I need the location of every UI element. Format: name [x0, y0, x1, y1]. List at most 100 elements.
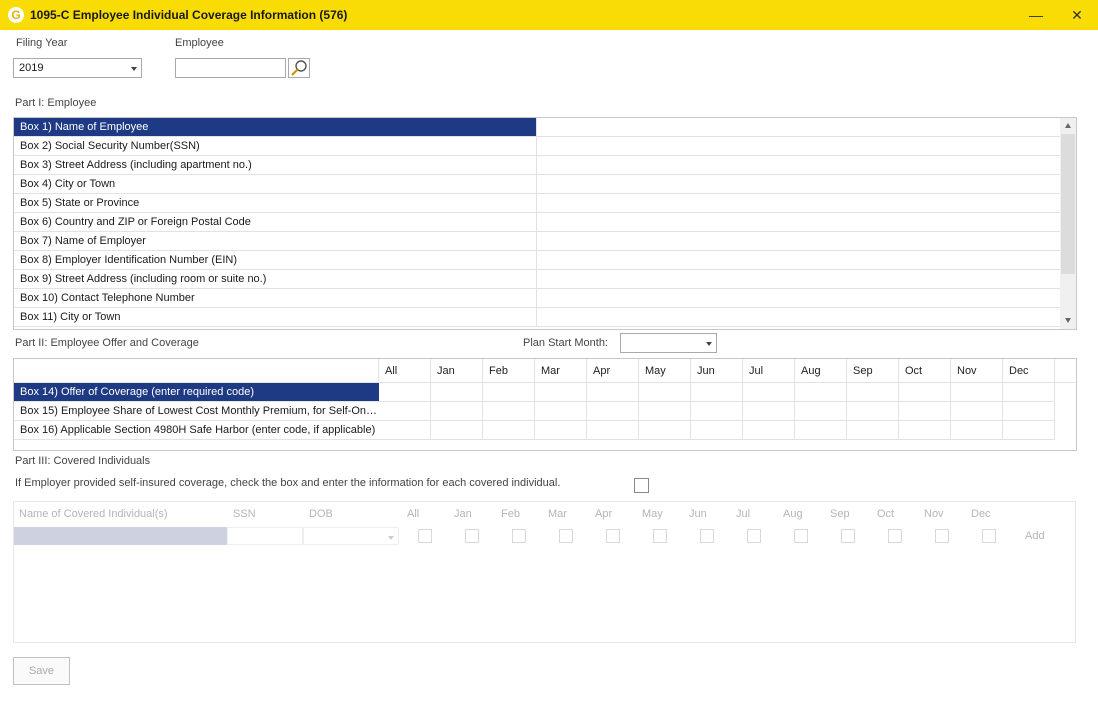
- employee-input[interactable]: [175, 58, 286, 78]
- covered-month-checkbox[interactable]: [465, 529, 479, 543]
- part1-row-label[interactable]: Box 2) Social Security Number(SSN): [14, 137, 536, 156]
- month-cell[interactable]: [587, 421, 639, 440]
- covered-month-checkbox[interactable]: [794, 529, 808, 543]
- month-cell[interactable]: [535, 421, 587, 440]
- month-cell[interactable]: [1003, 383, 1055, 402]
- covered-month-checkbox[interactable]: [512, 529, 526, 543]
- month-cell[interactable]: [743, 421, 795, 440]
- plan-start-month-select[interactable]: [620, 333, 717, 353]
- covered-month-header: Oct: [877, 508, 895, 520]
- part2-row-label[interactable]: Box 16) Applicable Section 4980H Safe Ha…: [14, 421, 379, 440]
- month-cell[interactable]: [483, 421, 535, 440]
- covered-month-checkbox[interactable]: [559, 529, 573, 543]
- month-cell[interactable]: [951, 402, 1003, 421]
- month-cell[interactable]: [639, 402, 691, 421]
- covered-month-checkbox[interactable]: [418, 529, 432, 543]
- part1-row-label[interactable]: Box 5) State or Province: [14, 194, 536, 213]
- covered-month-header: Feb: [501, 508, 520, 520]
- month-cell[interactable]: [639, 421, 691, 440]
- part3-label: Part III: Covered Individuals: [15, 455, 151, 467]
- month-cell[interactable]: [379, 421, 431, 440]
- part1-row-label[interactable]: Box 6) Country and ZIP or Foreign Postal…: [14, 213, 536, 232]
- month-cell[interactable]: [431, 421, 483, 440]
- minimize-button[interactable]: —: [1025, 5, 1047, 25]
- month-cell[interactable]: [795, 383, 847, 402]
- month-cell[interactable]: [951, 421, 1003, 440]
- month-header: Apr: [587, 359, 639, 383]
- covered-dob-cell[interactable]: [303, 527, 399, 545]
- month-cell[interactable]: [795, 402, 847, 421]
- month-cell[interactable]: [951, 383, 1003, 402]
- month-cell[interactable]: [691, 383, 743, 402]
- month-cell[interactable]: [847, 402, 899, 421]
- part1-row-value[interactable]: [536, 175, 1060, 194]
- part1-row-value[interactable]: [536, 118, 1060, 137]
- month-cell[interactable]: [535, 383, 587, 402]
- covered-ssn-cell[interactable]: [227, 527, 303, 545]
- month-cell[interactable]: [795, 421, 847, 440]
- month-cell[interactable]: [535, 402, 587, 421]
- month-cell[interactable]: [587, 383, 639, 402]
- part1-row-value[interactable]: [536, 251, 1060, 270]
- month-cell[interactable]: [743, 402, 795, 421]
- month-cell[interactable]: [1003, 402, 1055, 421]
- employee-search-button[interactable]: [288, 58, 310, 78]
- part2-row-label[interactable]: Box 15) Employee Share of Lowest Cost Mo…: [14, 402, 379, 421]
- part1-row-label[interactable]: Box 8) Employer Identification Number (E…: [14, 251, 536, 270]
- part1-row-value[interactable]: [536, 289, 1060, 308]
- month-cell[interactable]: [483, 383, 535, 402]
- month-cell[interactable]: [431, 402, 483, 421]
- col-name-covered: Name of Covered Individual(s): [19, 508, 168, 520]
- part2-row-label[interactable]: Box 14) Offer of Coverage (enter require…: [14, 383, 379, 402]
- part1-grid: Box 1) Name of Employee Box 2) Social Sec…: [13, 117, 1077, 330]
- part1-row-value[interactable]: [536, 137, 1060, 156]
- month-cell[interactable]: [379, 402, 431, 421]
- month-cell[interactable]: [431, 383, 483, 402]
- month-cell[interactable]: [587, 402, 639, 421]
- part1-row-value[interactable]: [536, 213, 1060, 232]
- covered-month-checkbox[interactable]: [653, 529, 667, 543]
- month-cell[interactable]: [743, 383, 795, 402]
- covered-month-checkbox[interactable]: [982, 529, 996, 543]
- scrollbar-thumb[interactable]: [1061, 134, 1075, 274]
- month-cell[interactable]: [691, 421, 743, 440]
- part1-row-value[interactable]: [536, 156, 1060, 175]
- covered-month-checkbox[interactable]: [747, 529, 761, 543]
- part1-row-label[interactable]: Box 3) Street Address (including apartme…: [14, 156, 536, 175]
- close-button[interactable]: ✕: [1066, 5, 1088, 25]
- part1-row-value[interactable]: [536, 232, 1060, 251]
- month-header: Oct: [899, 359, 951, 383]
- part1-row-label[interactable]: Box 7) Name of Employer: [14, 232, 536, 251]
- covered-month-checkbox[interactable]: [935, 529, 949, 543]
- part1-row-value[interactable]: [536, 270, 1060, 289]
- covered-name-cell[interactable]: [14, 527, 227, 545]
- month-cell[interactable]: [899, 402, 951, 421]
- covered-month-checkbox[interactable]: [700, 529, 714, 543]
- part1-row-label[interactable]: Box 10) Contact Telephone Number: [14, 289, 536, 308]
- scroll-up-icon[interactable]: [1065, 123, 1071, 128]
- part1-scrollbar[interactable]: [1060, 118, 1076, 329]
- month-cell[interactable]: [483, 402, 535, 421]
- month-cell[interactable]: [691, 402, 743, 421]
- month-cell[interactable]: [847, 421, 899, 440]
- month-cell[interactable]: [1003, 421, 1055, 440]
- month-cell[interactable]: [639, 383, 691, 402]
- month-cell[interactable]: [847, 383, 899, 402]
- self-insured-checkbox[interactable]: [634, 478, 649, 493]
- month-cell[interactable]: [899, 383, 951, 402]
- save-button[interactable]: Save: [13, 657, 70, 685]
- filing-year-select[interactable]: 2019: [13, 58, 142, 78]
- covered-month-checkbox[interactable]: [606, 529, 620, 543]
- covered-month-checkbox[interactable]: [888, 529, 902, 543]
- month-cell[interactable]: [379, 383, 431, 402]
- scroll-down-icon[interactable]: [1065, 318, 1071, 323]
- part1-row-label[interactable]: Box 9) Street Address (including room or…: [14, 270, 536, 289]
- part1-row-label[interactable]: Box 11) City or Town: [14, 308, 536, 327]
- part1-row-value[interactable]: [536, 308, 1060, 327]
- covered-month-checkbox[interactable]: [841, 529, 855, 543]
- part1-row-value[interactable]: [536, 194, 1060, 213]
- add-covered-button[interactable]: Add: [1025, 530, 1045, 542]
- part1-row-label[interactable]: Box 1) Name of Employee: [14, 118, 536, 137]
- month-cell[interactable]: [899, 421, 951, 440]
- part1-row-label[interactable]: Box 4) City or Town: [14, 175, 536, 194]
